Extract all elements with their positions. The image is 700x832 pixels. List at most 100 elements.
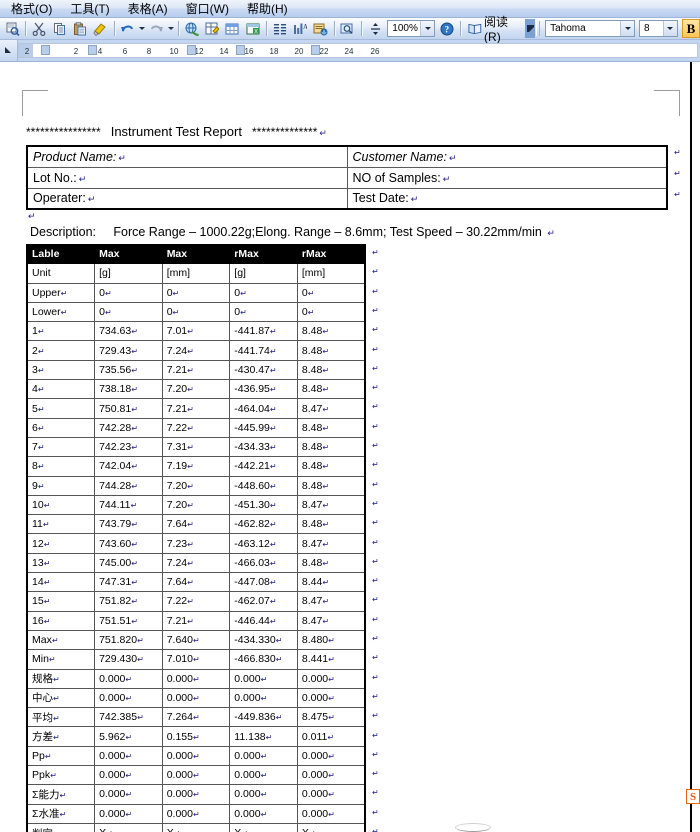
data-cell[interactable]: 7.20↵ (161, 494, 231, 516)
row-label[interactable]: Pp↵ (26, 745, 96, 767)
row-label[interactable]: 9↵ (26, 475, 96, 496)
data-cell[interactable]: X↵ (229, 822, 298, 832)
row-label[interactable]: Min↵ (26, 649, 96, 670)
undo-icon[interactable] (118, 19, 136, 38)
document-canvas[interactable]: **************** Instrument Test Report … (0, 62, 700, 832)
data-cell[interactable]: 0.000↵ (94, 668, 163, 689)
data-cell[interactable]: 11.138↵ (229, 726, 298, 747)
row-label[interactable]: 中心↵ (26, 687, 96, 709)
data-cell[interactable]: 8.475↵ (296, 707, 366, 728)
toolbar-overflow-button[interactable] (525, 19, 536, 38)
data-cell[interactable]: 0↵ (94, 282, 163, 303)
data-cell[interactable]: 0.000↵ (296, 765, 366, 786)
data-cell[interactable]: 8.480↵ (296, 629, 366, 651)
data-cell[interactable]: 0.000↵ (229, 765, 298, 786)
data-cell[interactable]: 751.51↵ (94, 610, 163, 631)
status-corner-icon[interactable]: S (686, 789, 700, 804)
row-label[interactable]: 11↵ (26, 514, 96, 535)
data-cell[interactable]: 5.962↵ (94, 726, 163, 747)
data-cell[interactable]: 745.00↵ (94, 552, 163, 574)
insert-excel-sheet-icon[interactable]: X (244, 19, 262, 38)
row-label[interactable]: 平均↵ (26, 707, 96, 728)
data-cell[interactable]: 8.48↵ (296, 321, 366, 342)
data-cell[interactable]: -462.82↵ (229, 514, 298, 535)
data-cell[interactable]: 8.48↵ (296, 475, 366, 496)
data-cell[interactable]: 7.22↵ (161, 591, 231, 612)
data-cell[interactable]: 7.31↵ (161, 436, 231, 458)
data-cell[interactable]: 0.000↵ (161, 765, 231, 786)
font-name-combo[interactable]: Tahoma (545, 20, 636, 37)
data-cell[interactable]: 0.000↵ (229, 687, 298, 709)
ruler-tab-marker[interactable] (236, 45, 245, 55)
undo-dropdown-icon[interactable] (138, 19, 146, 38)
bold-button[interactable]: B (681, 19, 700, 38)
data-cell[interactable]: 0.000↵ (296, 745, 366, 767)
data-cell[interactable]: 742.04↵ (94, 456, 163, 477)
data-cell[interactable]: 7.01↵ (161, 321, 231, 342)
font-size-dropdown-icon[interactable] (662, 21, 677, 36)
document-map-icon[interactable] (311, 19, 329, 38)
test-date-cell[interactable]: Test Date: ↵ (346, 187, 668, 210)
data-cell[interactable]: X↵ (161, 822, 231, 832)
data-cell[interactable]: -445.99↵ (229, 417, 298, 438)
data-cell[interactable]: 0.000↵ (94, 784, 163, 805)
data-cell[interactable]: 0.000↵ (94, 687, 163, 709)
data-cell[interactable]: 0.000↵ (161, 803, 231, 824)
data-cell[interactable]: 0.000↵ (229, 803, 298, 824)
data-cell[interactable]: 0↵ (161, 301, 231, 323)
data-cell[interactable]: 750.81↵ (94, 398, 163, 419)
data-cell[interactable]: -466.03↵ (229, 552, 298, 574)
data-cell[interactable]: 0.000↵ (229, 668, 298, 689)
drawing-icon[interactable]: A (291, 19, 309, 38)
data-cell[interactable]: 8.44↵ (296, 572, 366, 593)
data-cell[interactable]: 0.000↵ (296, 803, 366, 824)
data-cell[interactable]: -434.33↵ (229, 436, 298, 458)
data-cell[interactable]: 8.47↵ (296, 610, 366, 631)
row-label[interactable]: 8↵ (26, 456, 96, 477)
row-label[interactable]: 12↵ (26, 533, 96, 554)
row-label[interactable]: Ppk↵ (26, 765, 96, 786)
data-cell[interactable]: 7.21↵ (161, 359, 231, 381)
data-cell[interactable]: -442.21↵ (229, 456, 298, 477)
data-cell[interactable]: -463.12↵ (229, 533, 298, 554)
font-size-combo[interactable]: 8 (639, 20, 678, 37)
data-cell[interactable]: 0↵ (229, 301, 298, 323)
data-cell[interactable]: -462.07↵ (229, 591, 298, 612)
data-cell[interactable]: 8.48↵ (296, 417, 366, 438)
data-cell[interactable]: -464.04↵ (229, 398, 298, 419)
data-cell[interactable]: 742.28↵ (94, 417, 163, 438)
row-label[interactable]: 14↵ (26, 572, 96, 593)
menu-tools[interactable]: 工具(T) (61, 0, 118, 19)
data-cell[interactable]: 8.48↵ (296, 379, 366, 400)
data-cell[interactable]: 0.000↵ (296, 668, 366, 689)
hyperlink-icon[interactable] (183, 19, 201, 38)
data-cell[interactable]: 0↵ (229, 282, 298, 303)
data-cell[interactable]: -441.74↵ (229, 340, 298, 361)
font-name-dropdown-icon[interactable] (620, 21, 635, 36)
data-cell[interactable]: 7.19↵ (161, 456, 231, 477)
data-cell[interactable]: 0.000↵ (94, 765, 163, 786)
data-cell[interactable]: -466.830↵ (229, 649, 298, 670)
row-label[interactable]: 13↵ (26, 552, 96, 574)
data-cell[interactable]: 8.47↵ (296, 591, 366, 612)
operater-cell[interactable]: Operater: ↵ (26, 187, 348, 210)
toolbar-drag-handle[interactable] (536, 21, 541, 36)
data-cell[interactable]: -451.30↵ (229, 494, 298, 516)
show-hide-icon[interactable] (339, 19, 357, 38)
customer-name-cell[interactable]: Customer Name: ↵ (346, 145, 668, 168)
copy-icon[interactable] (51, 19, 69, 38)
row-label[interactable]: 规格↵ (26, 668, 96, 689)
data-cell[interactable]: 744.28↵ (94, 475, 163, 496)
ruler-tab-marker[interactable] (88, 45, 97, 55)
data-cell[interactable]: 0.000↵ (94, 803, 163, 824)
data-cell[interactable]: 0.000↵ (161, 687, 231, 709)
data-cell[interactable]: 729.43↵ (94, 340, 163, 361)
data-cell[interactable]: 8.47↵ (296, 494, 366, 516)
data-cell[interactable]: 751.82↵ (94, 591, 163, 612)
data-cell[interactable]: 734.63↵ (94, 321, 163, 342)
data-cell[interactable]: 8.441↵ (296, 649, 366, 670)
data-cell[interactable]: 8.48↵ (296, 514, 366, 535)
data-cell[interactable]: -448.60↵ (229, 475, 298, 496)
data-cell[interactable]: 7.20↵ (161, 475, 231, 496)
data-cell[interactable]: 735.56↵ (94, 359, 163, 381)
